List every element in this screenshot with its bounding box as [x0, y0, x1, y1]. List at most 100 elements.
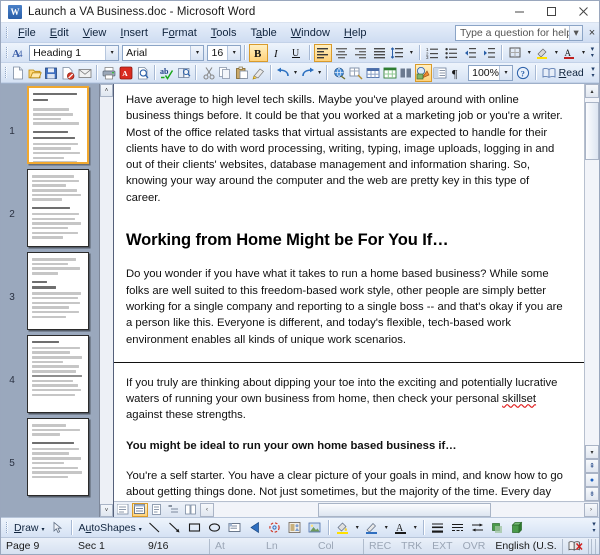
line-color-button[interactable]: [362, 519, 382, 537]
vertical-scroll-thumb[interactable]: [585, 102, 599, 160]
formatting-toolbar-options-button[interactable]: ▾ ▾: [588, 44, 597, 61]
help-button[interactable]: ?: [515, 64, 532, 82]
research-button[interactable]: [176, 64, 193, 82]
thumbnail-page-5[interactable]: [27, 418, 89, 496]
thumbnail-scrollbar[interactable]: ˄ ˅: [99, 84, 113, 517]
text-box-button[interactable]: [225, 519, 245, 537]
align-left-button[interactable]: [313, 43, 333, 62]
insert-excel-worksheet-button[interactable]: [381, 64, 398, 82]
font-dropdown-icon[interactable]: ▾: [190, 45, 204, 60]
highlight-button[interactable]: [534, 44, 553, 62]
decrease-indent-button[interactable]: [461, 44, 480, 62]
spelling-and-grammar-status-icon[interactable]: [561, 538, 588, 554]
ask-a-question-dropdown-icon[interactable]: ▾: [569, 25, 582, 40]
font-color-button[interactable]: A: [391, 519, 411, 537]
copy-button[interactable]: [217, 64, 234, 82]
minimize-button[interactable]: [503, 1, 535, 23]
draw-menu-button[interactable]: Draw ▾: [11, 522, 48, 534]
save-button[interactable]: [43, 64, 60, 82]
permission-button[interactable]: [60, 64, 77, 82]
thumbnail-list[interactable]: [23, 84, 99, 517]
web-layout-view-button[interactable]: [132, 502, 148, 517]
vertical-scroll-track[interactable]: [585, 98, 599, 445]
insert-diagram-button[interactable]: [265, 519, 285, 537]
font-color-dropdown-icon[interactable]: ▾: [579, 44, 587, 62]
font-color-dropdown-icon[interactable]: ▾: [411, 519, 420, 537]
standard-toolbar-grip[interactable]: [3, 65, 10, 81]
undo-dropdown-icon[interactable]: ▾: [292, 64, 300, 82]
borders-dropdown-icon[interactable]: ▾: [525, 44, 533, 62]
style-dropdown-icon[interactable]: ▾: [105, 45, 119, 60]
thumbnail-page-4[interactable]: [27, 335, 89, 413]
status-overtype[interactable]: OVR: [458, 539, 491, 554]
formatting-toolbar-grip[interactable]: [3, 45, 10, 61]
italic-button[interactable]: I: [268, 44, 287, 62]
cut-button[interactable]: [200, 64, 217, 82]
previous-page-button[interactable]: ⇞: [585, 459, 599, 473]
menu-edit[interactable]: Edit: [43, 25, 76, 41]
line-spacing-dropdown-icon[interactable]: ▾: [407, 44, 415, 62]
scroll-up-button[interactable]: ▴: [585, 84, 599, 98]
drawing-button[interactable]: [414, 63, 432, 82]
outline-view-button[interactable]: [166, 503, 182, 517]
status-extend-selection[interactable]: EXT: [427, 539, 457, 554]
menu-view[interactable]: View: [76, 25, 114, 41]
menu-table[interactable]: Table: [243, 25, 283, 41]
line-style-button[interactable]: [428, 519, 448, 537]
dash-style-button[interactable]: [448, 519, 468, 537]
ask-a-question-input[interactable]: Type a question for help ▾: [455, 24, 583, 41]
undo-button[interactable]: [275, 64, 292, 82]
status-page-of-total[interactable]: 9/16: [143, 539, 209, 554]
drawing-toolbar-grip[interactable]: [3, 520, 11, 536]
maximize-button[interactable]: [535, 1, 567, 23]
thumbnail-page-1[interactable]: [27, 86, 89, 164]
align-center-button[interactable]: [332, 44, 351, 62]
font-color-button[interactable]: A: [561, 44, 580, 62]
scroll-down-button[interactable]: ▾: [585, 445, 599, 459]
status-page[interactable]: Page 9: [1, 539, 73, 554]
read-button[interactable]: Read: [540, 64, 589, 82]
scroll-right-button[interactable]: ›: [584, 502, 598, 517]
fill-color-button[interactable]: [333, 519, 353, 537]
horizontal-scrollbar[interactable]: ‹ ›: [200, 502, 598, 517]
justify-button[interactable]: [370, 44, 389, 62]
redo-dropdown-icon[interactable]: ▾: [316, 64, 324, 82]
redo-button[interactable]: [299, 64, 316, 82]
menu-format[interactable]: Format: [155, 25, 204, 41]
thumbnail-scroll-down-button[interactable]: ˅: [100, 504, 113, 517]
line-spacing-button[interactable]: [388, 44, 407, 62]
paste-button[interactable]: [234, 64, 251, 82]
select-objects-button[interactable]: [48, 519, 68, 537]
borders-button[interactable]: [506, 44, 525, 62]
autoshapes-menu-button[interactable]: AutoShapes ▾: [76, 522, 145, 534]
zoom-combobox[interactable]: 100% ▾: [468, 64, 513, 81]
insert-table-button[interactable]: [365, 64, 382, 82]
bullets-button[interactable]: [442, 44, 461, 62]
line-color-dropdown-icon[interactable]: ▾: [382, 519, 391, 537]
thumbnail-page-3[interactable]: [27, 252, 89, 330]
status-record-mode[interactable]: REC: [363, 538, 396, 554]
thumbnail-scroll-track[interactable]: [100, 97, 113, 504]
bold-button[interactable]: B: [249, 43, 269, 62]
insert-picture-button[interactable]: [305, 519, 325, 537]
thumbnail-scroll-up-button[interactable]: ˄: [100, 84, 113, 97]
scroll-left-button[interactable]: ‹: [200, 502, 214, 517]
horizontal-scroll-track[interactable]: [214, 502, 584, 517]
email-button[interactable]: [76, 64, 93, 82]
style-combobox[interactable]: Heading 1 ▾: [29, 44, 120, 61]
menu-tools[interactable]: Tools: [204, 25, 244, 41]
rectangle-button[interactable]: [185, 519, 205, 537]
columns-button[interactable]: [398, 64, 415, 82]
highlight-dropdown-icon[interactable]: ▾: [552, 44, 560, 62]
print-layout-view-button[interactable]: [149, 503, 165, 517]
drawing-toolbar-options-button[interactable]: ▾ ▾: [589, 519, 599, 536]
format-painter-button[interactable]: [250, 64, 267, 82]
arrow-style-button[interactable]: [468, 519, 488, 537]
normal-view-button[interactable]: [115, 503, 131, 517]
next-page-button[interactable]: ⇟: [585, 487, 599, 501]
styles-formatting-icon[interactable]: A 4: [10, 44, 29, 62]
thumbnail-page-2[interactable]: [27, 169, 89, 247]
menu-file[interactable]: File: [11, 25, 43, 41]
font-size-combobox[interactable]: 16 ▾: [207, 44, 242, 61]
arrow-button[interactable]: [165, 519, 185, 537]
